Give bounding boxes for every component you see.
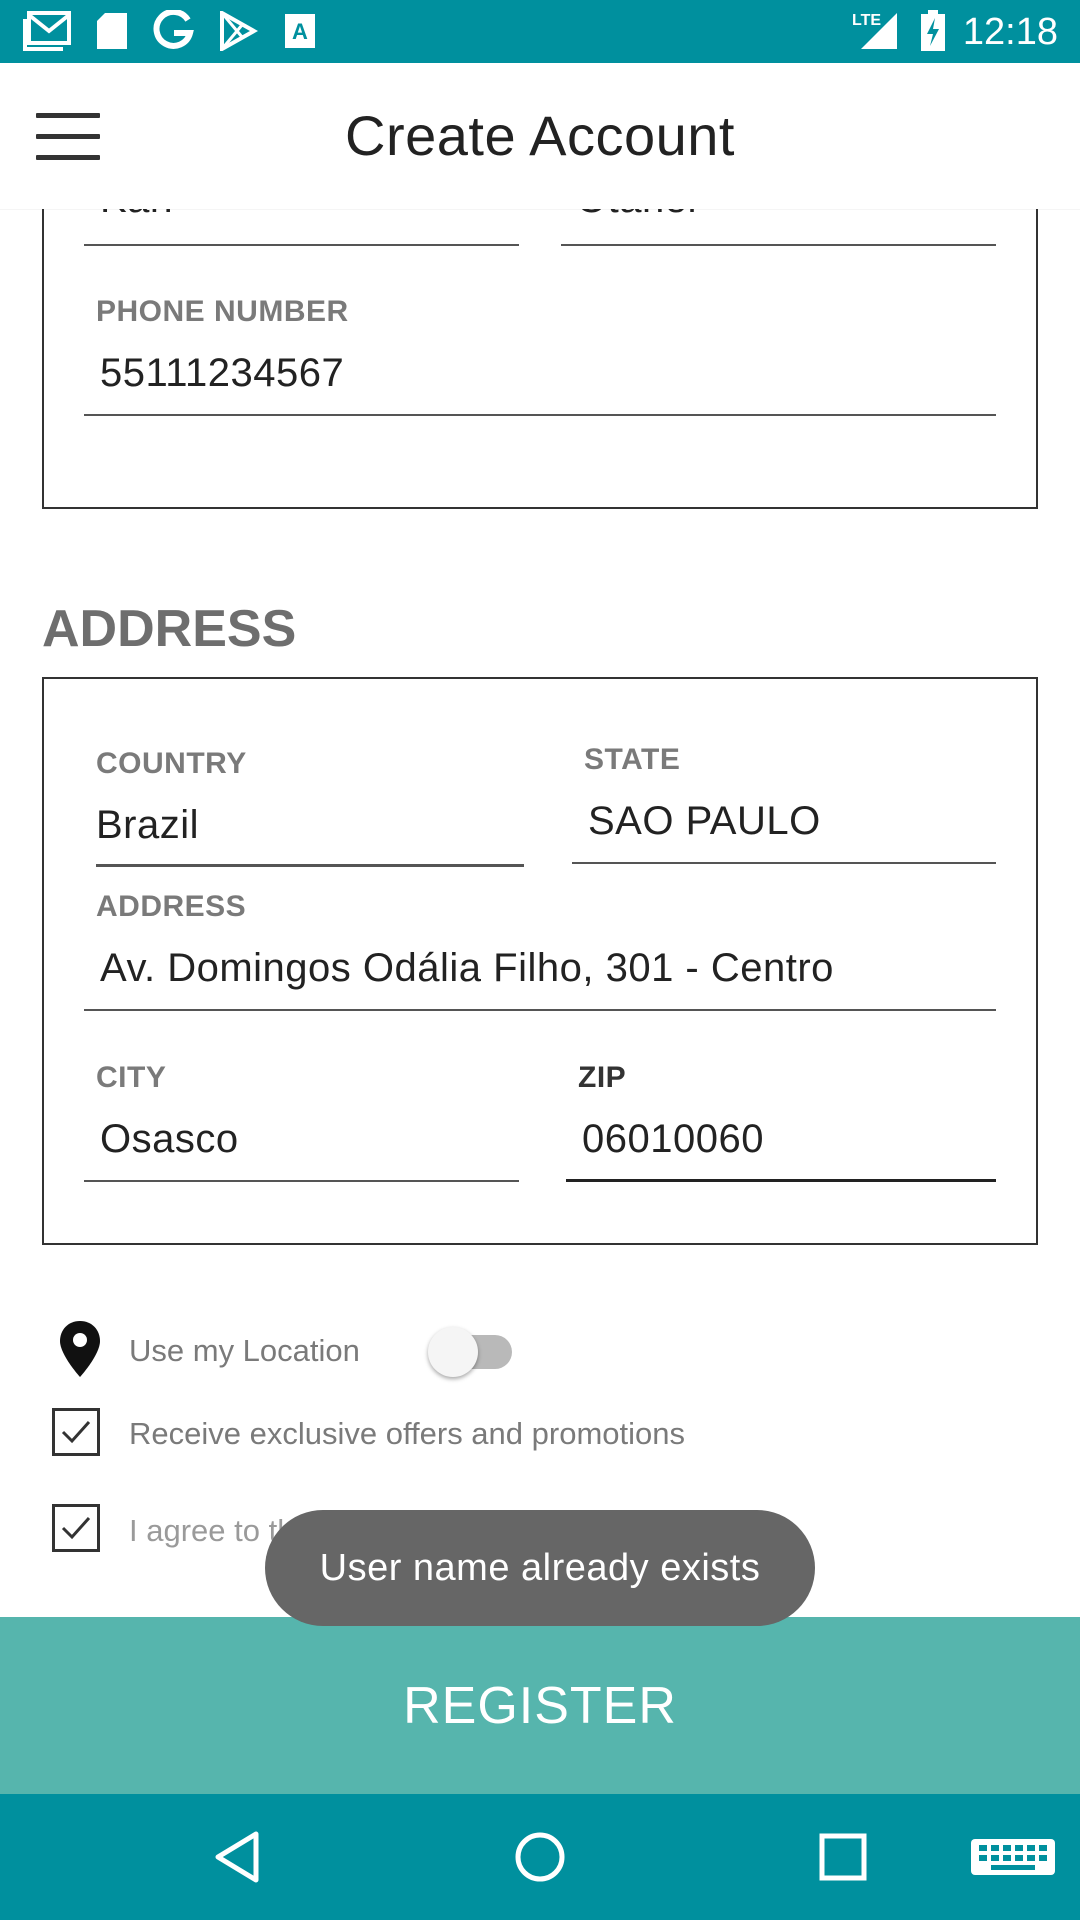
city-field[interactable]: Osasco: [100, 1117, 239, 1162]
last-name-underline: [561, 244, 996, 246]
last-name-field[interactable]: Otaner: [576, 209, 701, 222]
check-icon: [61, 1516, 91, 1540]
use-location-label: Use my Location: [129, 1333, 360, 1368]
first-name-field[interactable]: Kari: [100, 209, 173, 222]
country-underline: [96, 864, 524, 867]
battery-charging-icon: [918, 10, 948, 52]
play-store-icon: [216, 10, 260, 52]
phone-underline: [84, 414, 996, 416]
toggle-thumb: [428, 1327, 478, 1377]
phone-label: PHONE NUMBER: [96, 295, 349, 328]
font-app-icon: A: [282, 10, 318, 52]
keyboard-icon[interactable]: [968, 1824, 1058, 1890]
sd-card-icon: [92, 10, 132, 52]
country-select[interactable]: Brazil: [96, 803, 199, 848]
gmail-icon: [22, 10, 72, 52]
address-section-title: ADDRESS: [42, 600, 297, 658]
location-pin-icon: [58, 1319, 102, 1379]
register-button[interactable]: REGISTER: [0, 1617, 1080, 1794]
navigation-bar: [0, 1794, 1080, 1920]
zip-field[interactable]: 06010060: [582, 1117, 764, 1162]
agree-checkbox[interactable]: [52, 1504, 100, 1552]
check-icon: [61, 1420, 91, 1444]
zip-underline: [566, 1179, 996, 1182]
address-label: ADDRESS: [96, 890, 247, 923]
city-label: CITY: [96, 1061, 167, 1094]
svg-text:A: A: [292, 19, 308, 44]
country-label: COUNTRY: [96, 747, 247, 780]
app-bar: Create Account: [0, 63, 1080, 209]
clock: 12:18: [962, 11, 1058, 53]
home-icon[interactable]: [507, 1824, 573, 1890]
form-content[interactable]: Kari Otaner PHONE NUMBER 55111234567 ADD…: [0, 209, 1080, 1617]
toast-message: User name already exists: [265, 1510, 815, 1626]
back-icon[interactable]: [204, 1824, 270, 1890]
status-bar: A LTE 12:18: [0, 0, 1080, 63]
signal-icon: [858, 10, 900, 52]
google-icon: [150, 10, 196, 52]
offers-checkbox[interactable]: [52, 1408, 100, 1456]
recents-icon[interactable]: [810, 1824, 876, 1890]
zip-label: ZIP: [578, 1061, 627, 1094]
phone-field[interactable]: 55111234567: [100, 351, 344, 396]
first-name-underline: [84, 244, 519, 246]
state-field[interactable]: SAO PAULO: [588, 799, 821, 844]
address-field[interactable]: Av. Domingos Odália Filho, 301 - Centro: [100, 946, 834, 991]
city-underline: [84, 1180, 519, 1182]
address-underline: [84, 1009, 996, 1011]
state-label: STATE: [584, 743, 681, 776]
offers-label: Receive exclusive offers and promotions: [129, 1416, 685, 1451]
state-underline: [572, 862, 996, 864]
page-title: Create Account: [345, 104, 735, 167]
